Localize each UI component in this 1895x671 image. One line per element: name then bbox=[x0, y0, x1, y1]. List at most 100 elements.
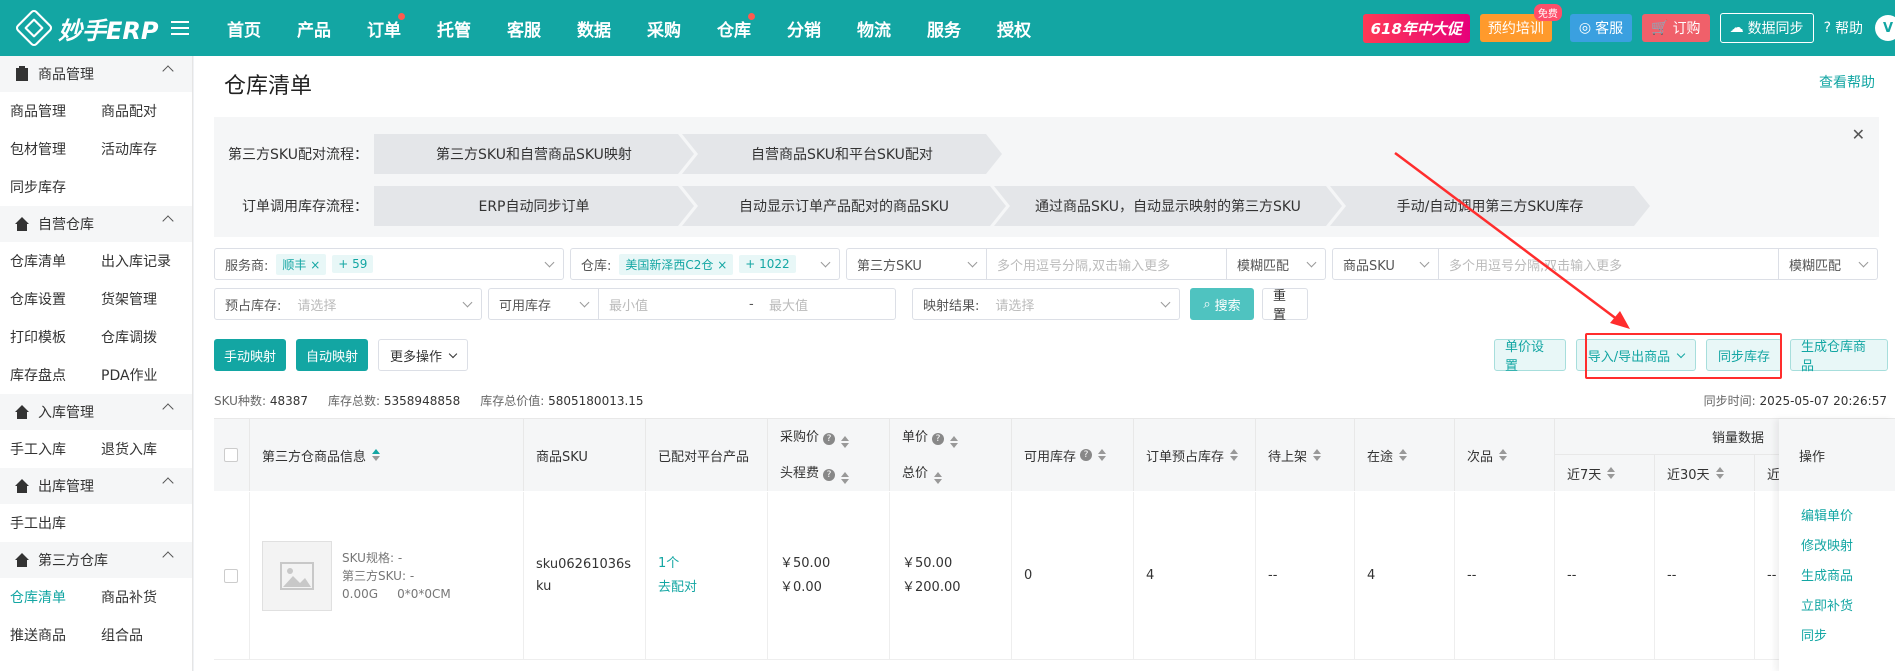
nav-logistics[interactable]: 物流 bbox=[839, 16, 909, 41]
nav-home[interactable]: 首页 bbox=[209, 16, 279, 41]
sidebar-item-stocktake[interactable]: 库存盘点 bbox=[10, 365, 101, 385]
sort-icon[interactable] bbox=[934, 472, 943, 484]
sidebar-item-pda[interactable]: PDA作业 bbox=[101, 365, 192, 385]
sidebar-group-own-warehouse[interactable]: 自营仓库 bbox=[0, 206, 192, 242]
sort-icon[interactable] bbox=[1230, 449, 1239, 461]
customer-service-button[interactable]: ◎ 客服 bbox=[1569, 14, 1633, 42]
sidebar-group-third-party[interactable]: 第三方仓库 bbox=[0, 542, 192, 578]
sidebar-item-replenish[interactable]: 商品补货 bbox=[101, 587, 192, 607]
sidebar-item-push-goods[interactable]: 推送商品 bbox=[10, 625, 101, 645]
paired-count-link[interactable]: 1个 bbox=[658, 552, 679, 576]
help-icon[interactable]: ? bbox=[823, 433, 836, 445]
col-purchase[interactable]: 采购价? 头程费? bbox=[768, 419, 890, 491]
help-icon[interactable]: ? bbox=[1080, 449, 1093, 461]
sidebar-item-inout-records[interactable]: 出入库记录 bbox=[101, 251, 192, 271]
sidebar-item-sync-stock[interactable]: 同步库存 bbox=[10, 177, 101, 197]
nav-data[interactable]: 数据 bbox=[559, 16, 629, 41]
third-sku-input[interactable]: 多个用逗号分隔,双击输入更多 bbox=[987, 249, 1227, 279]
sort-icon[interactable] bbox=[1607, 467, 1616, 479]
nav-warehouse[interactable]: 仓库 bbox=[699, 12, 769, 41]
generate-goods-link[interactable]: 生成商品 bbox=[1801, 559, 1895, 589]
sidebar-group-inbound[interactable]: 入库管理 bbox=[0, 394, 192, 430]
sort-icon[interactable] bbox=[841, 436, 850, 448]
nav-services[interactable]: 服务 bbox=[909, 16, 979, 41]
provider-select[interactable]: 服务商: 顺丰 × + 59 bbox=[214, 248, 564, 280]
col-7d[interactable]: 近7天 bbox=[1555, 455, 1655, 491]
manual-map-button[interactable]: 手动映射 bbox=[214, 339, 286, 371]
col-transit[interactable]: 在途 bbox=[1355, 419, 1455, 491]
min-value-input[interactable]: 最小值 bbox=[599, 289, 739, 319]
sidebar-group-goods[interactable]: 商品管理 bbox=[0, 56, 192, 92]
sort-icon[interactable] bbox=[1098, 449, 1107, 461]
sidebar-item-warehouse-list[interactable]: 仓库清单 bbox=[10, 251, 101, 271]
sort-icon[interactable] bbox=[1399, 449, 1408, 461]
sidebar-item-manual-inbound[interactable]: 手工入库 bbox=[10, 439, 101, 459]
training-button[interactable]: 预约培训 免费 bbox=[1479, 4, 1562, 42]
col-30d[interactable]: 近30天 bbox=[1655, 455, 1755, 491]
sort-icon[interactable] bbox=[1313, 449, 1322, 461]
goods-sku-field-select[interactable]: 商品SKU bbox=[1333, 249, 1439, 279]
match-mode-select[interactable]: 模糊匹配 bbox=[1227, 249, 1325, 279]
reset-button[interactable]: 重置 bbox=[1262, 288, 1308, 323]
sidebar-group-outbound[interactable]: 出库管理 bbox=[0, 468, 192, 504]
nav-customer-service[interactable]: 客服 bbox=[489, 16, 559, 41]
auto-map-button[interactable]: 自动映射 bbox=[296, 339, 368, 371]
third-sku-field-select[interactable]: 第三方SKU bbox=[847, 249, 987, 279]
sidebar-item-return-inbound[interactable]: 退货入库 bbox=[101, 439, 192, 459]
edit-mapping-link[interactable]: 修改映射 bbox=[1801, 529, 1895, 559]
help-button[interactable]: ? 帮助 bbox=[1824, 18, 1863, 38]
avatar[interactable]: V bbox=[1875, 15, 1895, 41]
warehouse-select[interactable]: 仓库: 美国新泽西C2仓 × + 1022 bbox=[570, 248, 840, 280]
sidebar-item-shelf-management[interactable]: 货架管理 bbox=[101, 289, 192, 309]
help-icon[interactable]: ? bbox=[932, 433, 945, 445]
sort-icon[interactable] bbox=[841, 472, 850, 484]
menu-toggle-icon[interactable] bbox=[171, 21, 189, 35]
sidebar-item-packaging[interactable]: 包材管理 bbox=[10, 139, 101, 159]
sidebar-item-print-template[interactable]: 打印模板 bbox=[10, 327, 101, 347]
nav-orders[interactable]: 订单 bbox=[349, 12, 419, 41]
order-button[interactable]: 🛒 订购 bbox=[1642, 14, 1710, 42]
sidebar-item-third-warehouse-list[interactable]: 仓库清单 bbox=[10, 587, 101, 607]
col-unit-price[interactable]: 单价? 总价 bbox=[890, 419, 1012, 491]
sidebar-item-manual-outbound[interactable]: 手工出库 bbox=[10, 513, 101, 533]
logo[interactable]: 妙手ERP bbox=[0, 8, 165, 48]
sidebar-item-warehouse-settings[interactable]: 仓库设置 bbox=[10, 289, 101, 309]
col-info[interactable]: 第三方仓商品信息 bbox=[250, 419, 524, 491]
sidebar-item-goods[interactable]: 商品管理 bbox=[10, 101, 101, 121]
max-value-input[interactable]: 最大值 bbox=[759, 289, 895, 319]
help-link[interactable]: 查看帮助 bbox=[1819, 72, 1875, 92]
sidebar-item-activity-stock[interactable]: 活动库存 bbox=[101, 139, 192, 159]
col-order-reserved[interactable]: 订单预占库存 bbox=[1134, 419, 1256, 491]
col-available[interactable]: 可用库存? bbox=[1012, 419, 1134, 491]
mapping-result-select[interactable]: 映射结果: 请选择 bbox=[912, 288, 1180, 320]
sidebar-item-bundle[interactable]: 组合品 bbox=[101, 625, 192, 645]
sidebar-item-goods-pairing[interactable]: 商品配对 bbox=[101, 101, 192, 121]
data-sync-button[interactable]: ☁ 数据同步 bbox=[1719, 13, 1814, 43]
nav-purchase[interactable]: 采购 bbox=[629, 16, 699, 41]
available-stock-select[interactable]: 可用库存 bbox=[489, 289, 599, 319]
edit-price-link[interactable]: 编辑单价 bbox=[1801, 499, 1895, 529]
match-mode-select[interactable]: 模糊匹配 bbox=[1779, 249, 1877, 279]
nav-products[interactable]: 产品 bbox=[279, 16, 349, 41]
sort-icon[interactable] bbox=[1499, 449, 1508, 461]
row-checkbox[interactable] bbox=[224, 568, 238, 583]
promo-banner[interactable]: 618年中大促 bbox=[1362, 13, 1470, 43]
more-ops-dropdown[interactable]: 更多操作 bbox=[378, 339, 468, 371]
generate-goods-button[interactable]: 生成仓库商品 bbox=[1790, 339, 1888, 374]
col-defective[interactable]: 次品 bbox=[1455, 419, 1555, 491]
sort-icon[interactable] bbox=[950, 436, 959, 448]
help-icon[interactable]: ? bbox=[823, 469, 836, 481]
sort-icon[interactable] bbox=[1715, 467, 1724, 479]
provider-tag[interactable]: 顺丰 × bbox=[276, 253, 327, 275]
nav-distribution[interactable]: 分销 bbox=[769, 16, 839, 41]
close-icon[interactable]: ✕ bbox=[1852, 125, 1865, 144]
sidebar-item-warehouse-transfer[interactable]: 仓库调拨 bbox=[101, 327, 192, 347]
unit-price-button[interactable]: 单价设置 bbox=[1494, 339, 1566, 374]
nav-hosting[interactable]: 托管 bbox=[419, 16, 489, 41]
col-pending[interactable]: 待上架 bbox=[1256, 419, 1355, 491]
search-button[interactable]: ⌕ 搜索 bbox=[1190, 288, 1254, 320]
warehouse-tag[interactable]: 美国新泽西C2仓 × bbox=[619, 253, 734, 275]
goods-sku-input[interactable]: 多个用逗号分隔,双击输入更多 bbox=[1439, 249, 1779, 279]
pair-link[interactable]: 去配对 bbox=[658, 576, 697, 600]
sync-link[interactable]: 同步 bbox=[1801, 619, 1895, 649]
